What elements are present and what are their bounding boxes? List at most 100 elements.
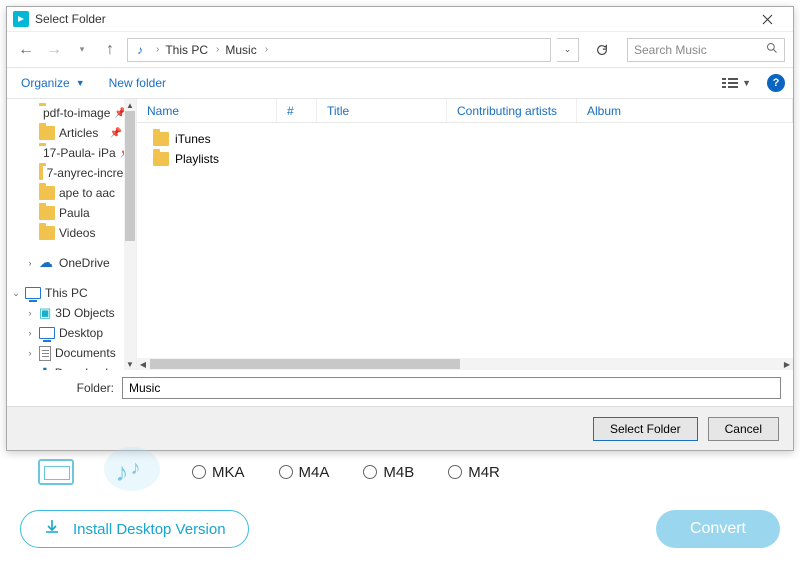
- horizontal-scrollbar[interactable]: ◀ ▶: [137, 358, 793, 370]
- scroll-up-icon[interactable]: ▲: [124, 99, 136, 111]
- convert-button[interactable]: Convert: [656, 510, 780, 548]
- col-album[interactable]: Album: [577, 99, 793, 122]
- format-strip: ♪♪ MKA M4A M4B M4R: [20, 448, 780, 496]
- folder-icon: [39, 206, 55, 220]
- download-icon: [43, 518, 61, 541]
- chevron-right-icon: ›: [259, 44, 272, 55]
- install-desktop-button[interactable]: Install Desktop Version: [20, 510, 249, 548]
- cloud-icon: ☁: [39, 255, 55, 271]
- search-input[interactable]: Search Music: [627, 38, 785, 62]
- pin-icon: 📌: [110, 128, 122, 139]
- chevron-right-icon: ›: [210, 44, 223, 55]
- col-title[interactable]: Title: [317, 99, 447, 122]
- tree-item-downloads[interactable]: ›⬇Downloads: [7, 363, 136, 370]
- expand-icon[interactable]: ›: [25, 328, 35, 338]
- music-icon: ♪: [132, 42, 148, 58]
- scrollbar-thumb[interactable]: [125, 111, 135, 241]
- organize-button[interactable]: Organize ▼: [15, 72, 91, 94]
- expand-icon[interactable]: ›: [25, 368, 35, 370]
- col-artist[interactable]: Contributing artists: [447, 99, 577, 122]
- app-icon: [13, 11, 29, 27]
- expand-icon[interactable]: ›: [25, 258, 35, 268]
- radio-icon: [448, 465, 462, 479]
- up-button[interactable]: ↑: [99, 39, 121, 61]
- address-dropdown[interactable]: ⌄: [557, 38, 579, 62]
- folder-row: Folder:: [7, 370, 793, 406]
- help-button[interactable]: ?: [767, 74, 785, 92]
- file-row[interactable]: Playlists: [137, 149, 793, 169]
- tree-item[interactable]: Articles📌: [7, 123, 136, 143]
- column-headers: Name # Title Contributing artists Album: [137, 99, 793, 123]
- chevron-down-icon: ▼: [742, 78, 751, 88]
- install-label: Install Desktop Version: [73, 521, 226, 538]
- tree-item[interactable]: 17-Paula- iPa📌: [7, 143, 136, 163]
- back-button[interactable]: ←: [15, 39, 37, 61]
- radio-icon: [363, 465, 377, 479]
- tree-item[interactable]: 7-anyrec-increas: [7, 163, 136, 183]
- tree-scrollbar[interactable]: ▲ ▼: [124, 99, 136, 370]
- breadcrumb-music[interactable]: Music: [225, 43, 256, 57]
- toolbar: Organize ▼ New folder ▼ ?: [7, 67, 793, 99]
- tree-item-documents[interactable]: ›Documents: [7, 343, 136, 363]
- chevron-down-icon: ▼: [76, 78, 85, 88]
- window-title: Select Folder: [35, 12, 106, 26]
- document-icon: [39, 346, 51, 361]
- titlebar: Select Folder: [7, 7, 793, 31]
- refresh-button[interactable]: [589, 38, 615, 62]
- button-row: Select Folder Cancel: [7, 406, 793, 450]
- close-icon[interactable]: [747, 7, 787, 31]
- pc-icon: [25, 287, 41, 299]
- folder-icon: [153, 132, 169, 146]
- scroll-right-icon[interactable]: ▶: [781, 360, 793, 369]
- collapse-icon[interactable]: ⌄: [11, 288, 21, 299]
- desktop-icon: [39, 327, 55, 339]
- scroll-down-icon[interactable]: ▼: [124, 358, 136, 370]
- tree-thispc[interactable]: ⌄This PC: [7, 283, 136, 303]
- select-folder-button[interactable]: Select Folder: [593, 417, 698, 441]
- radio-icon: [279, 465, 293, 479]
- scrollbar-thumb[interactable]: [150, 359, 460, 369]
- video-tab-icon[interactable]: [20, 459, 92, 485]
- download-icon: ⬇: [39, 365, 51, 371]
- tree-item-desktop[interactable]: ›Desktop: [7, 323, 136, 343]
- bottom-bar: Install Desktop Version Convert: [20, 508, 780, 550]
- tree-item-3d-objects[interactable]: ›▣3D Objects: [7, 303, 136, 323]
- col-number[interactable]: #: [277, 99, 317, 122]
- recent-dropdown[interactable]: ▾: [71, 39, 93, 61]
- format-radios: MKA M4A M4B M4R: [192, 464, 500, 481]
- folder-icon: [39, 186, 55, 200]
- folder-icon: [39, 226, 55, 240]
- scroll-left-icon[interactable]: ◀: [137, 360, 149, 369]
- expand-icon[interactable]: ›: [25, 308, 35, 318]
- view-options-button[interactable]: ▼: [716, 73, 757, 93]
- col-name[interactable]: Name: [137, 99, 277, 122]
- breadcrumb-thispc[interactable]: This PC: [165, 43, 208, 57]
- new-folder-button[interactable]: New folder: [101, 72, 174, 94]
- cancel-button[interactable]: Cancel: [708, 417, 779, 441]
- chevron-right-icon: ›: [150, 44, 163, 55]
- audio-tab-icon[interactable]: ♪♪: [92, 457, 164, 488]
- forward-button[interactable]: →: [43, 39, 65, 61]
- radio-icon: [192, 465, 206, 479]
- file-row[interactable]: iTunes: [137, 129, 793, 149]
- tree-item[interactable]: pdf-to-image📌: [7, 103, 136, 123]
- format-option-m4b[interactable]: M4B: [363, 464, 414, 481]
- address-bar[interactable]: ♪ › This PC › Music ›: [127, 38, 551, 62]
- search-icon: [766, 42, 778, 57]
- format-option-m4a[interactable]: M4A: [279, 464, 330, 481]
- folder-input[interactable]: [122, 377, 781, 399]
- tree-item[interactable]: Videos: [7, 223, 136, 243]
- format-option-m4r[interactable]: M4R: [448, 464, 500, 481]
- nav-row: ← → ▾ ↑ ♪ › This PC › Music › ⌄ Search M…: [7, 31, 793, 67]
- folder-icon: [39, 166, 43, 180]
- select-folder-dialog: Select Folder ← → ▾ ↑ ♪ › This PC › Musi…: [6, 6, 794, 451]
- expand-icon[interactable]: ›: [25, 348, 35, 358]
- format-option-mka[interactable]: MKA: [192, 464, 245, 481]
- tree-item[interactable]: Paula: [7, 203, 136, 223]
- 3d-icon: ▣: [39, 305, 51, 321]
- folder-label: Folder:: [19, 381, 114, 395]
- file-list: iTunesPlaylists: [137, 123, 793, 175]
- tree-item[interactable]: ape to aac: [7, 183, 136, 203]
- nav-tree: pdf-to-image📌Articles📌17-Paula- iPa📌7-an…: [7, 99, 137, 370]
- tree-onedrive[interactable]: ›☁OneDrive: [7, 253, 136, 273]
